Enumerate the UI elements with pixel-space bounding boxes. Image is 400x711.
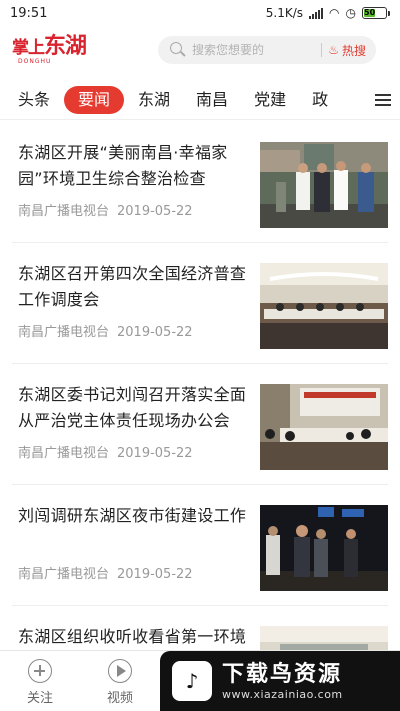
news-source: 南昌广播电视台 <box>18 325 110 340</box>
battery-level: 50 <box>364 8 376 17</box>
news-source: 南昌广播电视台 <box>18 567 110 582</box>
watermark-url: www.xiazainiao.com <box>222 687 343 701</box>
net-speed: 5.1K/s <box>265 6 304 20</box>
tabs-menu-button[interactable] <box>366 80 400 119</box>
alarm-icon: ◷ <box>345 6 356 20</box>
watermark-bird-icon: ♪ <box>172 661 212 701</box>
news-thumbnail <box>260 142 388 228</box>
tab-zheng[interactable]: 政 <box>300 86 340 114</box>
status-bar: 19:51 5.1K/s ◠ ◷ 50 <box>0 0 400 26</box>
list-item[interactable]: 东湖区委书记刘闯召开落实全面从严治党主体责任现场办公会 南昌广播电视台 2019-… <box>12 364 388 485</box>
menu-icon <box>375 94 391 106</box>
flame-icon: ♨ <box>328 43 339 57</box>
logo-text-small: 掌上 <box>12 38 45 58</box>
video-icon <box>108 659 132 683</box>
wifi-icon: ◠ <box>329 6 340 20</box>
search-divider <box>321 43 323 57</box>
news-title: 刘闯调研东湖区夜市街建设工作 <box>18 506 247 525</box>
news-date: 2019-05-22 <box>117 567 193 582</box>
watermark-brand: 下载鸟资源 <box>222 661 343 687</box>
logo-text-big: 东湖 <box>44 33 87 59</box>
news-list: 东湖区开展“美丽南昌·幸福家园”环境卫生综合整治检查 南昌广播电视台 2019-0… <box>0 122 400 711</box>
app-header: 掌上东湖 DONGHU ♨ 热搜 <box>0 26 400 74</box>
signal-icon <box>309 7 324 19</box>
hot-search-label: 热搜 <box>341 43 366 58</box>
tab-toutiao[interactable]: 头条 <box>6 86 62 114</box>
tab-dangjian[interactable]: 党建 <box>242 86 298 114</box>
search-icon <box>170 42 186 58</box>
news-title: 东湖区开展“美丽南昌·幸福家园”环境卫生综合整治检查 <box>18 143 228 188</box>
list-item[interactable]: 刘闯调研东湖区夜市街建设工作 南昌广播电视台 2019-05-22 <box>12 485 388 606</box>
search-input[interactable] <box>192 43 316 57</box>
nav-follow-label: 关注 <box>26 691 53 706</box>
nav-video[interactable]: 视频 <box>98 659 142 706</box>
news-meta: 南昌广播电视台 2019-05-22 <box>18 442 193 461</box>
news-source: 南昌广播电视台 <box>18 446 110 461</box>
news-source: 南昌广播电视台 <box>18 204 110 219</box>
tab-yaowen[interactable]: 要闻 <box>64 85 125 114</box>
news-date: 2019-05-22 <box>117 325 193 340</box>
news-meta: 南昌广播电视台 2019-05-22 <box>18 321 193 340</box>
list-item[interactable]: 东湖区开展“美丽南昌·幸福家园”环境卫生综合整治检查 南昌广播电视台 2019-0… <box>12 122 388 243</box>
tab-donghu[interactable]: 东湖 <box>126 86 182 114</box>
list-item[interactable]: 东湖区召开第四次全国经济普查工作调度会 南昌广播电视台 2019-05-22 <box>12 243 388 364</box>
news-title: 东湖区组织收听收看省第一环境 <box>18 627 247 646</box>
news-date: 2019-05-22 <box>117 204 193 219</box>
news-thumbnail <box>260 263 388 349</box>
logo-sub: DONGHU <box>18 58 52 65</box>
status-indicators: 5.1K/s ◠ ◷ 50 <box>266 6 390 20</box>
status-time: 19:51 <box>10 5 48 21</box>
watermark: ♪ 下载鸟资源 www.xiazainiao.com <box>160 651 400 711</box>
hot-search-button[interactable]: ♨ 热搜 <box>328 42 366 59</box>
nav-follow[interactable]: 关注 <box>18 659 62 706</box>
news-date: 2019-05-22 <box>117 446 193 461</box>
news-title: 东湖区召开第四次全国经济普查工作调度会 <box>18 264 247 309</box>
news-thumbnail <box>260 384 388 470</box>
news-meta: 南昌广播电视台 2019-05-22 <box>18 200 193 219</box>
news-meta: 南昌广播电视台 2019-05-22 <box>18 563 193 582</box>
category-tabs: 头条 要闻 东湖 南昌 党建 政 <box>0 80 400 120</box>
app-logo: 掌上东湖 DONGHU <box>12 33 100 67</box>
tab-nanchang[interactable]: 南昌 <box>184 86 240 114</box>
news-thumbnail <box>260 505 388 591</box>
nav-video-label: 视频 <box>106 691 133 706</box>
battery-icon: 50 <box>362 7 390 19</box>
news-title: 东湖区委书记刘闯召开落实全面从严治党主体责任现场办公会 <box>18 385 247 430</box>
follow-icon <box>28 659 52 683</box>
search-bar[interactable]: ♨ 热搜 <box>158 36 376 64</box>
